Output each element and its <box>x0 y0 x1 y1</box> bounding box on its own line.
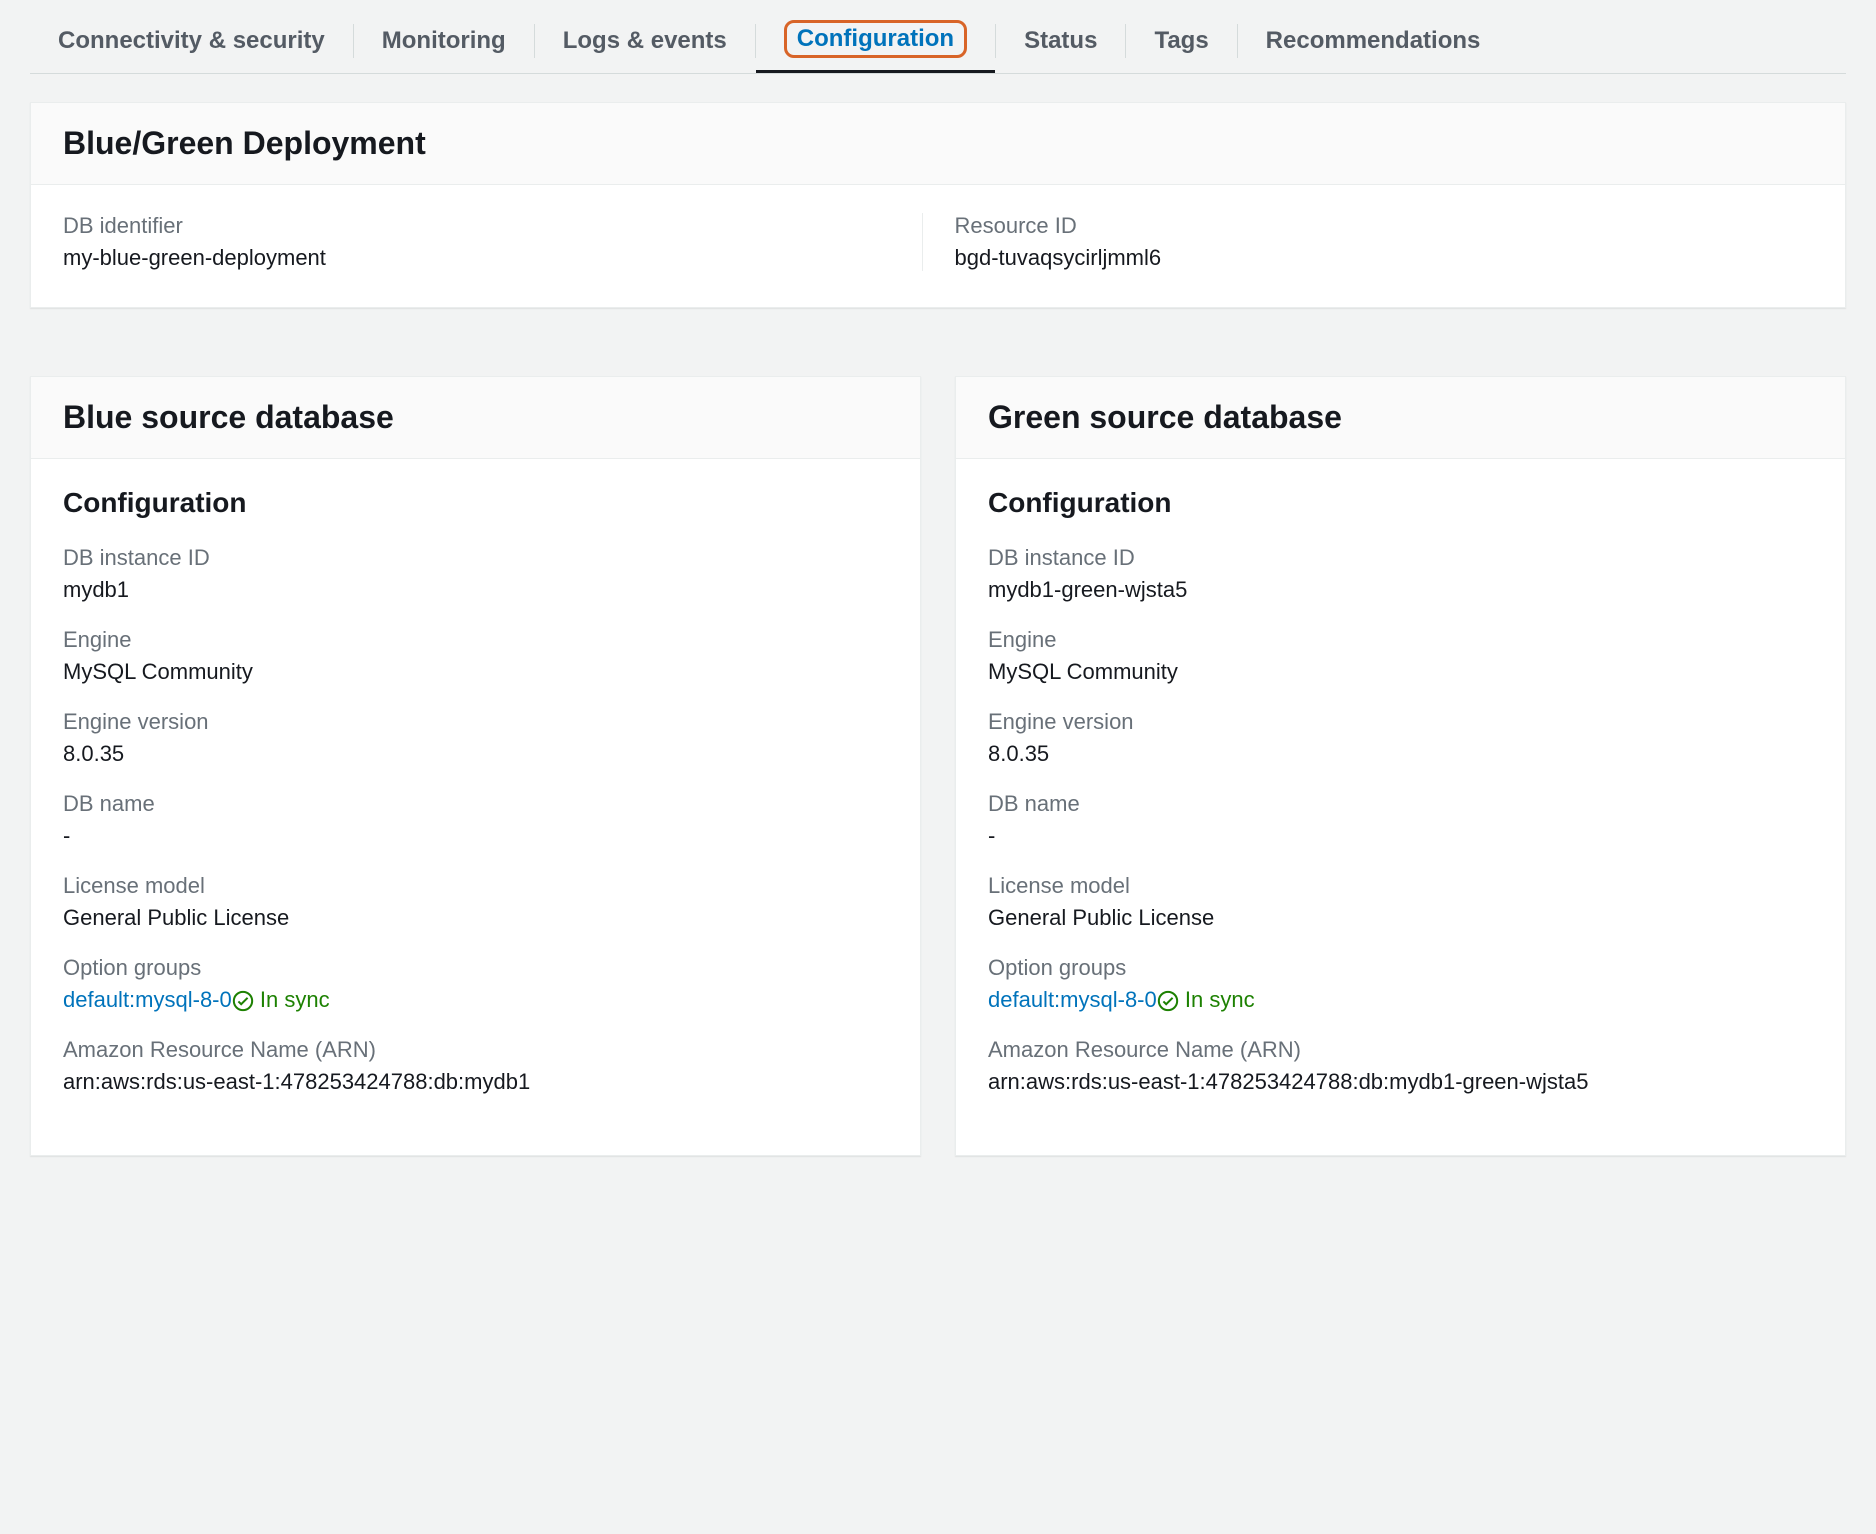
blue-license-label: License model <box>63 873 888 899</box>
green-source-panel: Green source database Configuration DB i… <box>955 376 1846 1156</box>
blue-option-group-link[interactable]: default:mysql-8-0 <box>63 987 232 1012</box>
tab-tags[interactable]: Tags <box>1126 15 1236 67</box>
tab-recommendations[interactable]: Recommendations <box>1238 15 1509 67</box>
green-license-value: General Public License <box>988 905 1813 931</box>
tab-status[interactable]: Status <box>996 15 1125 67</box>
green-engine-version-value: 8.0.35 <box>988 741 1813 767</box>
tab-connectivity-security[interactable]: Connectivity & security <box>30 15 353 67</box>
blue-arn-value: arn:aws:rds:us-east-1:478253424788:db:my… <box>63 1069 888 1095</box>
blue-db-name-label: DB name <box>63 791 888 817</box>
resource-id-value: bgd-tuvaqsycirljmml6 <box>955 245 1814 271</box>
tab-logs-events[interactable]: Logs & events <box>535 15 755 67</box>
green-panel-title: Green source database <box>956 377 1845 459</box>
panel-title: Blue/Green Deployment <box>31 103 1845 185</box>
green-option-group-status: In sync <box>1185 987 1255 1013</box>
blue-engine-version-value: 8.0.35 <box>63 741 888 767</box>
tabs-bar: Connectivity & security Monitoring Logs … <box>30 0 1846 74</box>
blue-engine-label: Engine <box>63 627 888 653</box>
tab-configuration-label: Configuration <box>784 20 967 58</box>
resource-id-label: Resource ID <box>955 213 1814 239</box>
green-engine-value: MySQL Community <box>988 659 1813 685</box>
blue-option-groups-label: Option groups <box>63 955 888 981</box>
blue-arn-label: Amazon Resource Name (ARN) <box>63 1037 888 1063</box>
tab-configuration[interactable]: Configuration <box>756 8 995 73</box>
green-license-label: License model <box>988 873 1813 899</box>
db-identifier-value: my-blue-green-deployment <box>63 245 922 271</box>
blue-option-group-status: In sync <box>260 987 330 1013</box>
check-circle-icon <box>232 990 254 1012</box>
green-db-instance-id-value: mydb1-green-wjsta5 <box>988 577 1813 603</box>
green-db-name-value: - <box>988 823 1813 849</box>
check-circle-icon <box>1157 990 1179 1012</box>
green-arn-label: Amazon Resource Name (ARN) <box>988 1037 1813 1063</box>
green-engine-version-label: Engine version <box>988 709 1813 735</box>
blue-db-instance-id-value: mydb1 <box>63 577 888 603</box>
blue-green-deployment-panel: Blue/Green Deployment DB identifier my-b… <box>30 102 1846 308</box>
tab-monitoring[interactable]: Monitoring <box>354 15 534 67</box>
blue-engine-version-label: Engine version <box>63 709 888 735</box>
green-arn-value: arn:aws:rds:us-east-1:478253424788:db:my… <box>988 1069 1813 1095</box>
green-option-groups-label: Option groups <box>988 955 1813 981</box>
blue-engine-value: MySQL Community <box>63 659 888 685</box>
green-db-name-label: DB name <box>988 791 1813 817</box>
blue-source-panel: Blue source database Configuration DB in… <box>30 376 921 1156</box>
blue-db-name-value: - <box>63 823 888 849</box>
blue-license-value: General Public License <box>63 905 888 931</box>
blue-db-instance-id-label: DB instance ID <box>63 545 888 571</box>
green-db-instance-id-label: DB instance ID <box>988 545 1813 571</box>
green-config-title: Configuration <box>988 487 1813 519</box>
green-engine-label: Engine <box>988 627 1813 653</box>
blue-config-title: Configuration <box>63 487 888 519</box>
blue-panel-title: Blue source database <box>31 377 920 459</box>
db-identifier-label: DB identifier <box>63 213 922 239</box>
green-option-group-link[interactable]: default:mysql-8-0 <box>988 987 1157 1012</box>
